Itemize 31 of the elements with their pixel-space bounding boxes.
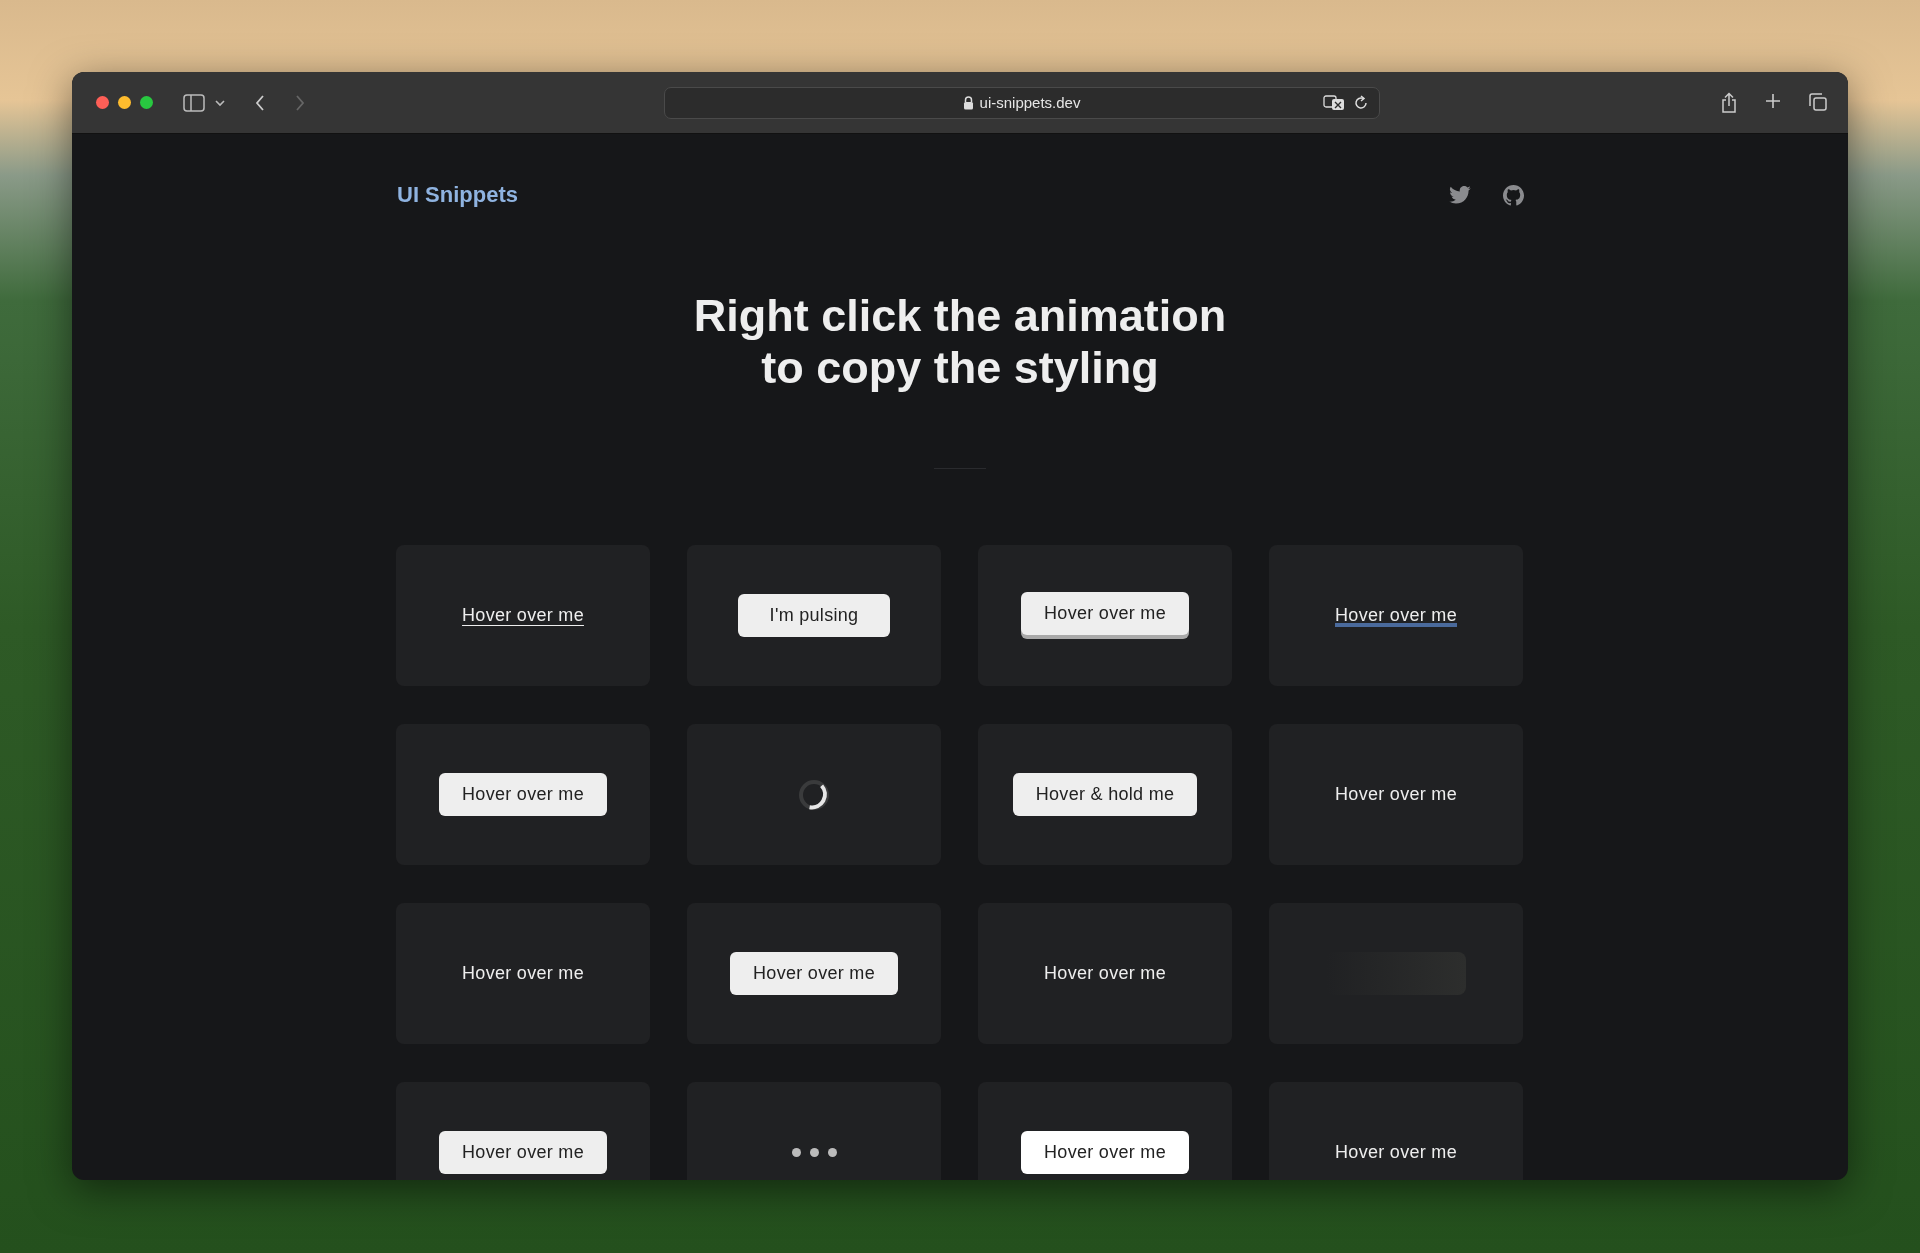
hover-link[interactable]: Hover over me — [462, 605, 584, 626]
hero-heading: Right click the animation to copy the styling — [692, 290, 1228, 394]
hover-button[interactable]: Hover & hold me — [1012, 773, 1198, 816]
chevron-down-icon[interactable] — [215, 98, 225, 107]
spinner-icon — [798, 778, 830, 811]
new-tab-icon[interactable] — [1764, 91, 1782, 110]
tabs-overview-icon[interactable] — [1808, 91, 1828, 112]
hover-text[interactable]: Hover over me — [1335, 1142, 1457, 1163]
hover-text[interactable]: Hover over me — [462, 963, 584, 984]
address-bar[interactable]: ui-snippets.dev — [663, 86, 1380, 119]
hover-button[interactable]: I'm pulsing — [738, 594, 890, 637]
loading-dots-icon — [791, 1148, 837, 1157]
hover-button[interactable]: Hover over me — [730, 952, 898, 995]
hover-text[interactable]: Hover over me — [1044, 963, 1166, 984]
lock-icon — [962, 95, 974, 110]
github-icon[interactable] — [1503, 184, 1524, 206]
minimize-button[interactable] — [118, 96, 131, 109]
site-logo[interactable]: UI Snippets — [397, 182, 518, 208]
hover-button[interactable]: Hover over me — [1021, 1131, 1189, 1174]
hover-text[interactable]: Hover over me — [1335, 784, 1457, 805]
hover-button[interactable]: Hover over me — [439, 1131, 607, 1174]
close-button[interactable] — [96, 96, 109, 109]
maximize-button[interactable] — [140, 96, 153, 109]
twitter-bird-icon[interactable] — [1449, 186, 1471, 204]
back-icon[interactable] — [255, 93, 265, 112]
translate-icon[interactable] — [1322, 94, 1345, 111]
share-icon[interactable] — [1720, 91, 1738, 114]
hover-button[interactable]: Hover over me — [439, 773, 607, 816]
url-text: ui-snippets.dev — [979, 94, 1081, 111]
reload-icon[interactable] — [1352, 94, 1369, 111]
sidebar-icon[interactable] — [183, 93, 205, 112]
